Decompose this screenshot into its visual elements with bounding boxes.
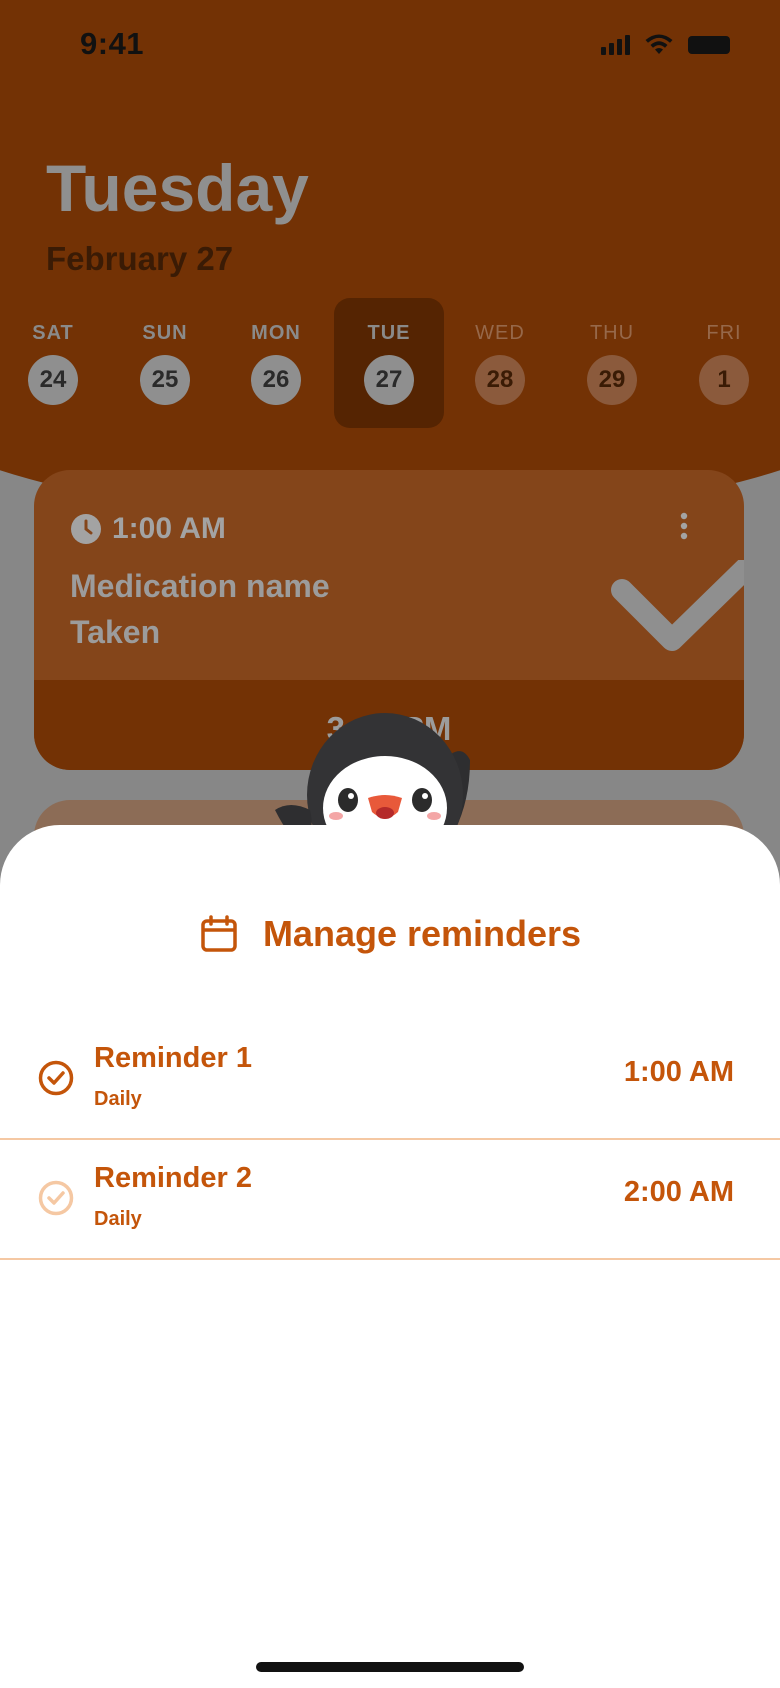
more-options-icon[interactable] — [674, 510, 694, 546]
day-fri[interactable]: FRI 1 — [669, 298, 779, 428]
sheet-header: Manage reminders — [0, 913, 780, 955]
day-mon[interactable]: MON 26 — [221, 298, 331, 428]
day-tue-selected[interactable]: TUE 27 — [334, 298, 444, 428]
sheet-title: Manage reminders — [262, 913, 582, 954]
app-screen: 9:41 Tuesday February 27 SAT 24 SUN 25 M… — [0, 0, 780, 1688]
wifi-icon — [645, 34, 673, 54]
reminder-time[interactable]: 2:00 AM — [624, 1176, 734, 1209]
home-indicator[interactable] — [256, 1662, 524, 1672]
day-label: FRI — [706, 322, 742, 344]
cellular-signal-icon — [601, 35, 630, 55]
reminder-frequency: Daily — [94, 1208, 142, 1230]
check-circle-icon[interactable] — [38, 1060, 74, 1096]
day-sun[interactable]: SUN 25 — [110, 298, 220, 428]
status-bar: 9:41 — [0, 0, 780, 90]
day-number: 27 — [364, 355, 414, 405]
day-label: TUE — [367, 322, 411, 344]
day-number: 26 — [251, 355, 301, 405]
check-circle-inactive-icon[interactable] — [38, 1180, 74, 1216]
day-number: 29 — [587, 355, 637, 405]
taken-checkmark-icon — [611, 560, 744, 651]
day-wed[interactable]: WED 28 — [445, 298, 555, 428]
reminder-name: Reminder 1 — [94, 1042, 252, 1074]
page-title: Tuesday — [46, 151, 309, 225]
medication-status: Taken — [70, 614, 161, 650]
reminder-row[interactable]: Reminder 2 Daily 2:00 AM — [0, 1140, 780, 1260]
page-subtitle-date: February 27 — [46, 240, 234, 277]
day-label: THU — [589, 322, 635, 344]
status-icons — [601, 34, 730, 56]
day-label: MON — [251, 322, 301, 344]
reminder-name: Reminder 2 — [94, 1162, 252, 1194]
battery-icon — [688, 36, 730, 54]
reminder-time[interactable]: 1:00 AM — [624, 1056, 734, 1089]
reminder-frequency: Daily — [94, 1088, 142, 1110]
status-time: 9:41 — [80, 26, 145, 61]
clock-icon — [71, 514, 101, 544]
day-number: 28 — [475, 355, 525, 405]
day-label: SAT — [32, 322, 74, 344]
day-number: 1 — [699, 355, 749, 405]
day-sat[interactable]: SAT 24 — [0, 298, 108, 428]
day-thu[interactable]: THU 29 — [557, 298, 667, 428]
day-number: 25 — [140, 355, 190, 405]
reminder-row[interactable]: Reminder 1 Daily 1:00 AM — [0, 1020, 780, 1140]
day-number: 24 — [28, 355, 78, 405]
medication-time-label: 1:00 AM — [112, 512, 226, 545]
medication-name: Medication name — [70, 568, 330, 604]
day-label: WED — [475, 322, 525, 344]
medication-time: 1:00 AM — [70, 512, 226, 546]
manage-reminders-sheet: Manage reminders Reminder 1 Daily 1:00 A… — [0, 825, 780, 1688]
calendar-icon — [201, 915, 237, 952]
day-label: SUN — [142, 322, 188, 344]
week-selector: SAT 24 SUN 25 MON 26 TUE 27 WED 28 THU 2… — [0, 298, 780, 428]
